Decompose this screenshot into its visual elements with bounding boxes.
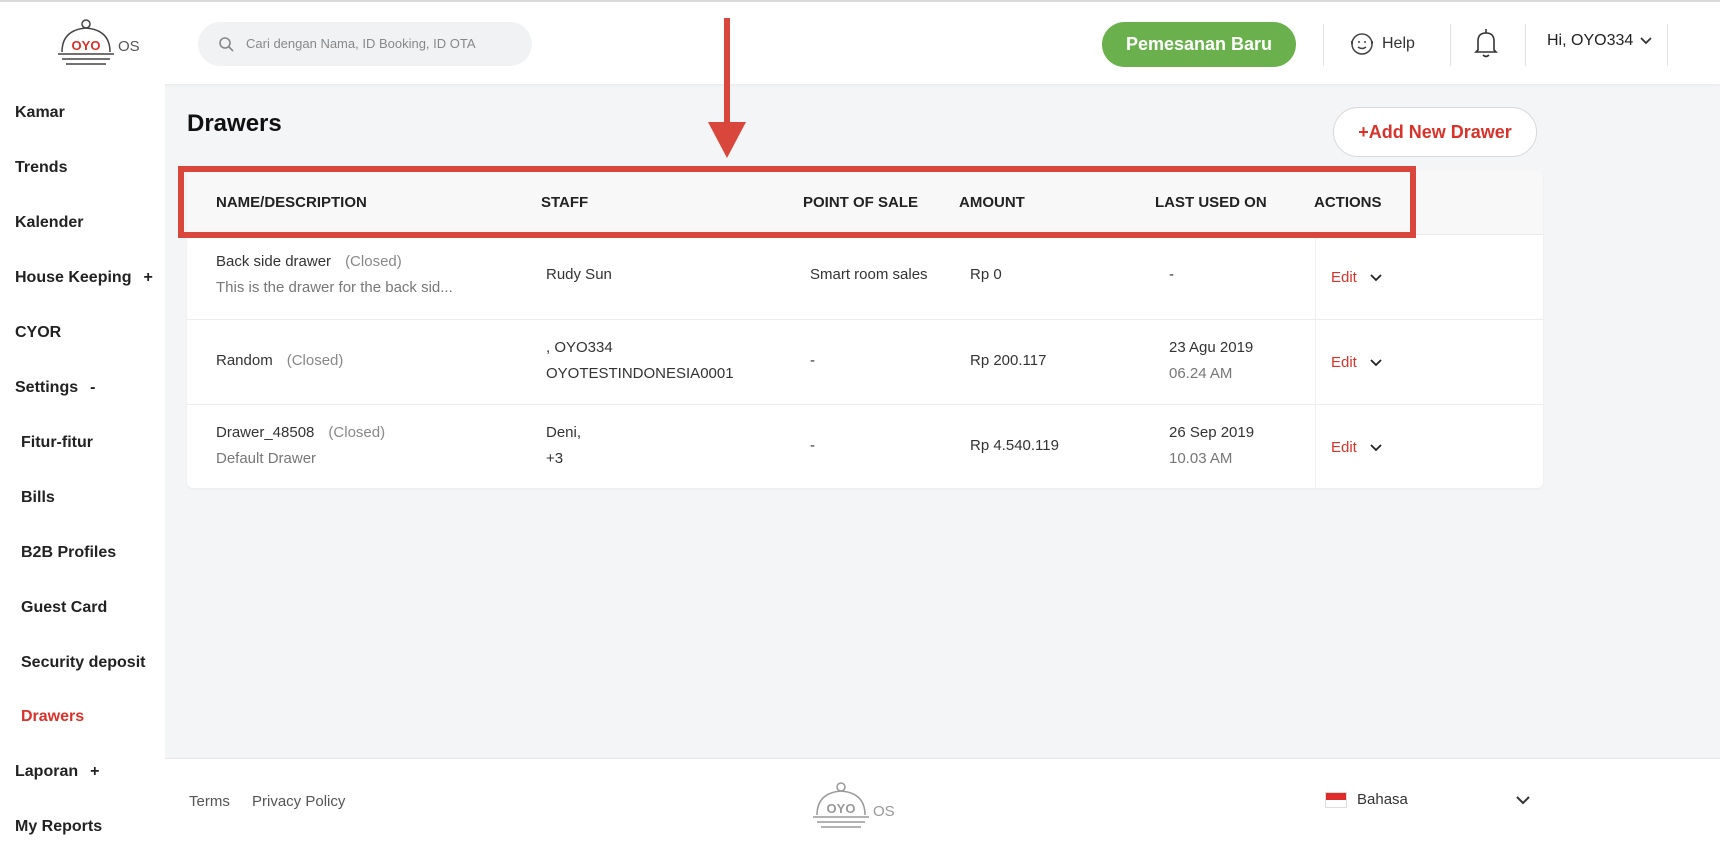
notification-button[interactable]	[1474, 28, 1498, 63]
last-used-time: 10.03 AM	[1169, 450, 1233, 467]
privacy-policy-link[interactable]: Privacy Policy	[252, 793, 345, 810]
page-title: Drawers	[187, 110, 282, 137]
sidebar-item-b2b-profiles[interactable]: B2B Profiles	[21, 544, 116, 562]
sidebar-item-bills[interactable]: Bills	[21, 489, 55, 507]
sidebar-item-kamar[interactable]: Kamar	[15, 104, 65, 122]
help-button[interactable]: Help	[1350, 30, 1415, 58]
cloche-logo-icon: OYO	[58, 19, 114, 65]
sidebar-item-cyor[interactable]: CYOR	[15, 324, 61, 342]
annotation-arrow-head	[708, 122, 746, 158]
pos-cell: -	[810, 437, 815, 454]
language-selector[interactable]: Bahasa	[1325, 791, 1408, 808]
edit-action[interactable]: Edit	[1331, 354, 1383, 371]
drawer-name-cell: Drawer_48508 (Closed)	[216, 424, 385, 441]
drawer-status: (Closed)	[328, 424, 386, 441]
sidebar-item-security-deposit[interactable]: Security deposit	[21, 654, 145, 672]
drawer-description: This is the drawer for the back sid...	[216, 279, 453, 296]
expand-mark: +	[90, 763, 100, 780]
cloche-logo-icon: OYO	[813, 782, 869, 828]
logo-os-text: OS	[118, 38, 140, 55]
footer-logo: OYO OS	[811, 781, 901, 833]
drawer-name: Drawer_48508	[216, 424, 315, 441]
help-label: Help	[1382, 35, 1415, 52]
table-row[interactable]: Random (Closed) , OYO334 OYOTESTINDONESIA…	[187, 319, 1543, 405]
help-face-icon	[1351, 33, 1373, 55]
flag-icon	[1325, 791, 1347, 808]
amount-cell: Rp 0	[970, 266, 1002, 283]
terms-link[interactable]: Terms	[189, 793, 230, 810]
drawer-status: (Closed)	[286, 352, 344, 369]
header-divider	[1525, 24, 1526, 66]
annotation-highlight-box	[178, 166, 1416, 238]
expand-mark: +	[143, 269, 153, 286]
drawer-name: Random	[216, 352, 273, 369]
header-divider	[1323, 24, 1324, 66]
sidebar-item-guest-card[interactable]: Guest Card	[21, 599, 107, 617]
table-row[interactable]: Back side drawer (Closed) This is the dra…	[187, 234, 1543, 320]
new-booking-button[interactable]: Pemesanan Baru	[1102, 22, 1296, 67]
header-divider	[1450, 24, 1451, 66]
last-used-date: 26 Sep 2019	[1169, 424, 1255, 441]
drawer-description: Default Drawer	[216, 450, 317, 467]
last-used-date: -	[1169, 266, 1174, 283]
edit-label: Edit	[1331, 354, 1357, 371]
staff-cell: Deni,	[546, 424, 582, 441]
edit-label: Edit	[1331, 439, 1357, 456]
amount-cell: Rp 4.540.119	[970, 437, 1059, 454]
oyo-os-logo[interactable]: OYO OS	[56, 18, 146, 70]
sidebar-item-drawers[interactable]: Drawers	[21, 708, 84, 726]
table-row[interactable]: Drawer_48508 (Closed) Default Drawer Deni…	[187, 404, 1543, 490]
search-placeholder: Cari dengan Nama, ID Booking, ID OTA	[246, 36, 476, 51]
user-greeting: Hi, OYO334	[1547, 32, 1634, 49]
chevron-down-icon[interactable]	[1369, 273, 1383, 283]
staff-cell-line2: +3	[546, 450, 564, 467]
search-icon	[219, 37, 234, 52]
edit-action[interactable]: Edit	[1331, 269, 1383, 286]
chevron-down-icon[interactable]	[1515, 795, 1531, 805]
collapse-mark: -	[90, 379, 96, 396]
add-new-drawer-button[interactable]: +Add New Drawer	[1333, 107, 1537, 157]
language-label: Bahasa	[1357, 791, 1408, 808]
footer-logo-os: OS	[873, 803, 895, 820]
chevron-down-icon[interactable]	[1369, 358, 1383, 368]
footer: Terms Privacy Policy OYO OS Bahasa	[165, 758, 1720, 846]
sidebar-item-my-reports[interactable]: My Reports	[15, 818, 102, 836]
actions-divider	[1315, 405, 1316, 490]
actions-divider	[1315, 320, 1316, 405]
pos-cell: Smart room sales	[810, 266, 928, 283]
chevron-down-icon[interactable]	[1369, 443, 1383, 453]
sidebar-item-trends[interactable]: Trends	[15, 159, 67, 177]
sidebar-item-house-keeping[interactable]: House Keeping +	[15, 269, 153, 287]
staff-cell-line2: OYOTESTINDONESIA0001	[546, 365, 734, 382]
top-header: OYO OS Cari dengan Nama, ID Booking, ID …	[0, 0, 1720, 84]
last-used-date: 23 Agu 2019	[1169, 339, 1254, 356]
edit-label: Edit	[1331, 269, 1357, 286]
staff-cell: Rudy Sun	[546, 266, 612, 283]
pos-cell: -	[810, 352, 815, 369]
user-menu[interactable]: Hi, OYO334	[1547, 32, 1653, 50]
edit-action[interactable]: Edit	[1331, 439, 1383, 456]
drawer-status: (Closed)	[345, 253, 402, 270]
last-used-time: 06.24 AM	[1169, 365, 1233, 382]
bell-icon	[1474, 29, 1498, 58]
footer-logo-text: OYO	[827, 801, 856, 816]
drawer-name-cell: Random (Closed)	[216, 352, 343, 369]
sidebar-item-kalender[interactable]: Kalender	[15, 214, 83, 232]
sidebar: Kamar Trends Kalender House Keeping + CYO…	[0, 84, 165, 846]
chevron-down-icon	[1640, 37, 1652, 45]
logo-text: OYO	[72, 38, 101, 53]
sidebar-item-settings[interactable]: Settings -	[15, 379, 95, 397]
staff-cell: , OYO334	[546, 339, 613, 356]
drawer-name-cell: Back side drawer (Closed)	[216, 253, 402, 270]
sidebar-item-laporan[interactable]: Laporan +	[15, 763, 99, 781]
annotation-arrow-shaft	[724, 18, 730, 126]
actions-divider	[1315, 235, 1316, 320]
header-divider	[1667, 24, 1668, 66]
search-bar[interactable]: Cari dengan Nama, ID Booking, ID OTA	[198, 22, 532, 66]
drawer-name: Back side drawer	[216, 253, 332, 270]
amount-cell: Rp 200.117	[970, 352, 1047, 369]
sidebar-item-fitur-fitur[interactable]: Fitur-fitur	[21, 434, 93, 452]
